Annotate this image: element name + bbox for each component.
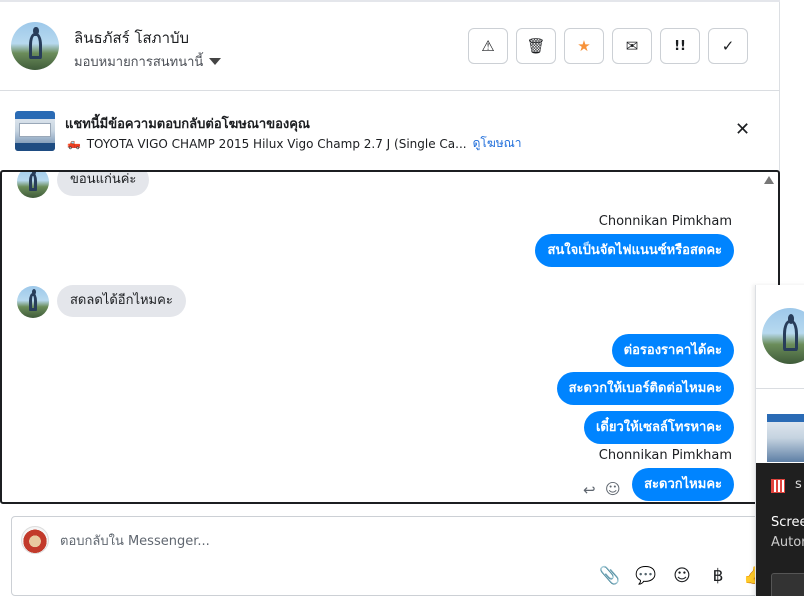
ad-text: TOYOTA VIGO CHAMP 2015 Hilux Vigo Champ … <box>86 136 467 151</box>
outgoing-message[interactable]: สะดวกไหมคะ <box>632 468 734 501</box>
warning-button[interactable]: ⚠ <box>468 28 508 64</box>
trash-icon: 🗑 <box>526 37 546 55</box>
emoji-icon: ☺ <box>673 566 691 586</box>
outgoing-message[interactable]: สะดวกให้เบอร์ติดต่อไหมคะ <box>556 372 734 405</box>
reply-composer: 📎 💬 ☺ ฿ 👍 <box>11 516 780 596</box>
contact-avatar[interactable] <box>11 22 59 70</box>
star-icon: ★ <box>577 37 591 55</box>
notification-button[interactable] <box>771 573 804 596</box>
panel-divider <box>756 388 804 389</box>
contact-name[interactable]: ลินธภัสร์ โสภาบับ <box>74 26 189 50</box>
message-thread[interactable]: ขอนแก่นค่ะ Chonnikan Pimkham สนใจเป็นจัด… <box>0 170 780 504</box>
app-icon <box>771 479 785 493</box>
reply-icon[interactable]: ↩ <box>583 481 596 499</box>
incoming-message[interactable]: สดลดได้อีกไหมคะ <box>57 285 186 317</box>
reply-input[interactable] <box>60 531 660 551</box>
saved-replies-button[interactable]: 💬 <box>628 565 664 587</box>
contact-info-avatar[interactable] <box>762 308 804 364</box>
emoji-react-icon[interactable]: ☺ <box>605 480 621 498</box>
view-ad-link[interactable]: ดูโฆษณา <box>473 134 522 153</box>
conversation-panel: ลินธภัสร์ โสภาบับ มอบหมายการสนทนานี้ ⚠ 🗑… <box>0 0 780 596</box>
delete-button[interactable]: 🗑 <box>516 28 556 64</box>
assign-label: มอบหมายการสนทนานี้ <box>74 55 204 70</box>
sender-name: Chonnikan Pimkham <box>598 214 732 229</box>
envelope-icon: ✉ <box>625 37 639 55</box>
notification-title: Scree <box>771 515 804 530</box>
attachment-button[interactable]: 📎 <box>592 565 628 587</box>
notification-app-name: s <box>795 477 802 492</box>
ad-thumbnail[interactable] <box>767 414 804 462</box>
composer-toolbar: 📎 💬 ☺ ฿ 👍 <box>592 565 772 587</box>
ad-detail: 🛻 TOYOTA VIGO CHAMP 2015 Hilux Vigo Cham… <box>67 134 522 153</box>
ad-thumbnail <box>15 111 55 151</box>
star-button[interactable]: ★ <box>564 28 604 64</box>
contact-message-avatar <box>17 286 49 318</box>
contact-message-avatar <box>17 172 49 198</box>
car-icon: 🛻 <box>67 137 81 150</box>
scroll-up-arrow[interactable] <box>764 176 774 184</box>
outgoing-message[interactable]: ต่อรองราคาได้คะ <box>611 334 734 367</box>
baht-icon: ฿ <box>712 566 724 586</box>
outgoing-message[interactable]: สนใจเป็นจัดไฟแนนซ์หรือสดคะ <box>535 234 734 267</box>
priority-button[interactable]: !! <box>660 28 700 64</box>
mark-unread-button[interactable]: ✉ <box>612 28 652 64</box>
caret-down-icon <box>209 58 222 65</box>
payment-button[interactable]: ฿ <box>700 565 736 587</box>
assign-conversation-dropdown[interactable]: มอบหมายการสนทนานี้ <box>74 51 222 72</box>
conversation-header: ลินธภัสร์ โสภาบับ มอบหมายการสนทนานี้ ⚠ 🗑… <box>0 2 780 91</box>
messenger-inbox: ลินธภัสร์ โสภาบับ มอบหมายการสนทนานี้ ⚠ 🗑… <box>0 0 804 596</box>
ad-reply-notice: แชทนี้มีข้อความตอบกลับต่อโฆษณาของคุณ 🛻 T… <box>0 91 780 171</box>
emoji-button[interactable]: ☺ <box>664 565 700 587</box>
mark-done-button[interactable]: ✓ <box>708 28 748 64</box>
check-icon: ✓ <box>721 37 735 55</box>
notification-body: Autor <box>771 535 804 550</box>
close-icon[interactable]: ✕ <box>735 119 750 140</box>
page-avatar <box>21 526 49 554</box>
sender-name: Chonnikan Pimkham <box>598 448 732 463</box>
warning-icon: ⚠ <box>481 37 495 55</box>
conversation-toolbar: ⚠ 🗑 ★ ✉ !! ✓ <box>468 28 756 64</box>
incoming-message[interactable]: ขอนแก่นค่ะ <box>57 172 150 196</box>
contact-info-panel: s Scree Autor <box>755 285 804 596</box>
outgoing-message[interactable]: เดี๋ยวให้เซลล์โทรหาคะ <box>583 411 734 444</box>
priority-icon: !! <box>674 38 686 54</box>
attachment-icon: 📎 <box>599 566 621 586</box>
notification-popup[interactable]: s Scree Autor <box>756 463 804 596</box>
ad-notice-title: แชทนี้มีข้อความตอบกลับต่อโฆษณาของคุณ <box>65 117 310 132</box>
saved-replies-icon: 💬 <box>635 566 657 586</box>
